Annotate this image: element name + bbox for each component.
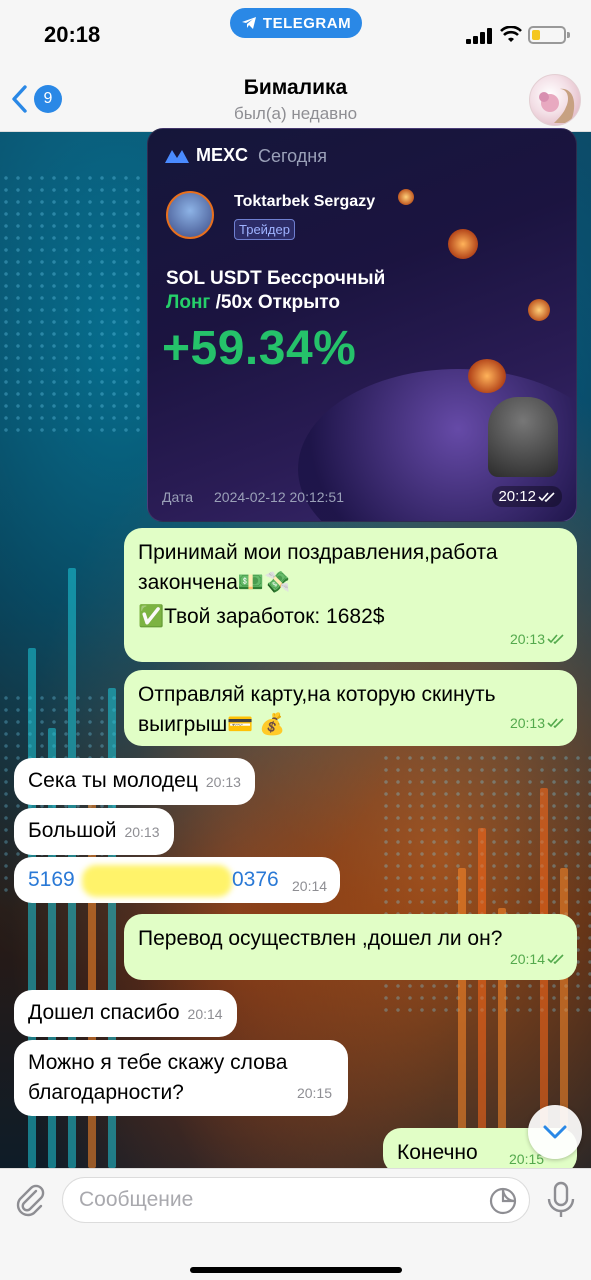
message-text: выигрыш💳 💰 [138, 713, 286, 736]
message-time: 20:14 [292, 878, 328, 894]
message-text: Принимай мои поздравления,работа [138, 541, 498, 564]
signal-icon [466, 28, 494, 44]
message-text: ✅Твой заработок: 1682$ [138, 605, 385, 628]
pair-line2: /50x Открыто [210, 292, 340, 313]
message-time: 20:13 [124, 824, 160, 840]
message-text: благодарности? [28, 1081, 184, 1104]
trader-name: Toktarbek Sergazy [234, 193, 376, 210]
message-text: Сека ты молодец [28, 769, 198, 792]
message-text: Большой [28, 819, 117, 842]
double-check-icon [547, 718, 564, 728]
chevron-down-icon [543, 1125, 567, 1139]
avatar[interactable] [529, 74, 581, 126]
image-timestamp: 20:12 [492, 486, 562, 507]
message-bubble-incoming[interactable]: Можно я тебе скажу слова благодарности? … [14, 1040, 348, 1116]
message-time: 20:13 [509, 715, 545, 731]
message-meta: 20:14 [510, 944, 565, 974]
mexc-logo: MEXC [164, 145, 248, 166]
long-label: Лонг [166, 292, 211, 313]
chat-header: 9 Бималика был(а) недавно [0, 60, 591, 132]
mexc-logo-icon [165, 149, 189, 163]
input-placeholder: Сообщение [79, 1188, 194, 1211]
message-text: Дошел спасибо [28, 1001, 180, 1024]
message-bubble-incoming[interactable]: Сека ты молодец 20:13 [14, 758, 255, 805]
message-bubble-incoming[interactable]: Дошел спасибо 20:14 [14, 990, 237, 1037]
image-time: 20:12 [498, 488, 536, 505]
wifi-icon [500, 26, 522, 42]
meteor-icon [468, 359, 506, 393]
meteor-icon [528, 299, 550, 321]
meteor-icon [448, 229, 478, 259]
double-check-icon [538, 491, 555, 502]
message-bubble-incoming[interactable]: 5169 0376 20:14 [14, 857, 340, 903]
pair-line1: SOL USDT Бессрочный [166, 268, 386, 289]
message-time: 20:14 [509, 951, 545, 967]
telegram-plane-icon [241, 17, 256, 29]
message-time: 20:13 [509, 631, 545, 647]
message-text: Можно я тебе скажу слова [28, 1051, 288, 1074]
pnl-percent: +59.34% [162, 322, 357, 375]
card-number-start[interactable]: 5169 [28, 868, 75, 891]
paperclip-icon[interactable] [14, 1181, 46, 1217]
sticker-icon[interactable] [489, 1187, 517, 1215]
message-bubble-incoming[interactable]: Большой 20:13 [14, 808, 174, 855]
home-indicator [190, 1267, 402, 1273]
message-text: закончена💵💸 [138, 571, 291, 594]
telegram-pill[interactable]: TELEGRAM [230, 8, 362, 38]
astronaut-illustration [488, 397, 558, 477]
redaction-highlight [82, 865, 232, 897]
status-bar: 20:18 TELEGRAM [0, 0, 591, 60]
microphone-icon[interactable] [546, 1181, 576, 1219]
card-number-end[interactable]: 0376 [232, 865, 279, 895]
double-check-icon [547, 954, 564, 964]
message-text: Конечно [397, 1141, 478, 1164]
date-label: Дата [162, 489, 194, 505]
card-day: Сегодня [258, 146, 327, 166]
mexc-logo-text: MEXC [196, 145, 249, 165]
scroll-down-button[interactable] [528, 1105, 582, 1159]
status-time: 20:18 [44, 22, 101, 47]
message-text: Отправляй карту,на которую скинуть [138, 683, 496, 706]
message-time: 20:15 [296, 1085, 332, 1101]
avatar-illustration [539, 88, 575, 123]
message-meta: 20:13 [510, 708, 565, 738]
battery-icon [528, 26, 570, 44]
message-input[interactable]: Сообщение [62, 1177, 530, 1223]
double-check-icon [547, 634, 564, 644]
trade-pair: SOL USDT Бессрочный Лонг /50x Открыто [166, 267, 385, 315]
message-bubble-outgoing[interactable]: Принимай мои поздравления,работа законче… [124, 528, 577, 662]
message-time: 20:13 [205, 774, 241, 790]
message-text: Перевод осуществлен ,дошел ли он? [138, 927, 503, 950]
message-input-bar: Сообщение [0, 1168, 591, 1280]
trader-avatar [166, 191, 214, 239]
meteor-icon [398, 189, 414, 205]
message-bubble-outgoing[interactable]: Перевод осуществлен ,дошел ли он? 20:14 [124, 914, 577, 980]
chat-status: был(а) недавно [233, 104, 358, 123]
message-meta: 20:13 [510, 624, 565, 654]
date-value: 2024-02-12 20:12:51 [214, 489, 344, 505]
telegram-pill-label: TELEGRAM [262, 14, 352, 32]
trader-tag: Трейдер [234, 219, 295, 240]
message-bubble-outgoing[interactable]: Отправляй карту,на которую скинуть выигр… [124, 670, 577, 746]
message-time: 20:14 [187, 1006, 223, 1022]
trade-screenshot-message[interactable]: MEXC Сегодня Toktarbek Sergazy Трейдер S… [147, 128, 577, 522]
chat-title[interactable]: Бималика [0, 76, 591, 100]
